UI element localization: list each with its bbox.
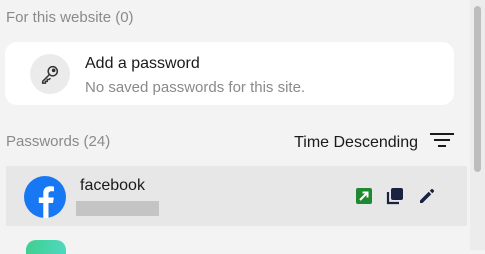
next-entry-app-icon <box>26 240 66 254</box>
add-password-subtitle: No saved passwords for this site. <box>85 79 306 96</box>
scrollbar[interactable] <box>470 0 485 250</box>
sort-button[interactable]: Time Descending <box>294 131 454 154</box>
section-label-this-website: For this website (0) <box>6 9 134 26</box>
copy-icon[interactable] <box>385 186 405 206</box>
scrollbar-thumb[interactable] <box>474 6 481 172</box>
facebook-logo-icon <box>24 176 66 218</box>
password-list-item[interactable]: facebook <box>6 166 467 226</box>
sort-label: Time Descending <box>294 133 418 151</box>
sort-lines-icon <box>430 131 454 154</box>
entry-name: facebook <box>80 177 145 194</box>
masked-username <box>76 201 159 216</box>
add-password-title: Add a password <box>85 55 200 72</box>
add-password-card[interactable]: Add a password No saved passwords for th… <box>5 42 454 105</box>
key-icon <box>30 54 70 94</box>
edit-icon[interactable] <box>417 186 437 206</box>
open-site-icon[interactable] <box>355 187 373 205</box>
section-label-passwords: Passwords (24) <box>6 133 111 150</box>
entry-actions <box>355 186 437 206</box>
